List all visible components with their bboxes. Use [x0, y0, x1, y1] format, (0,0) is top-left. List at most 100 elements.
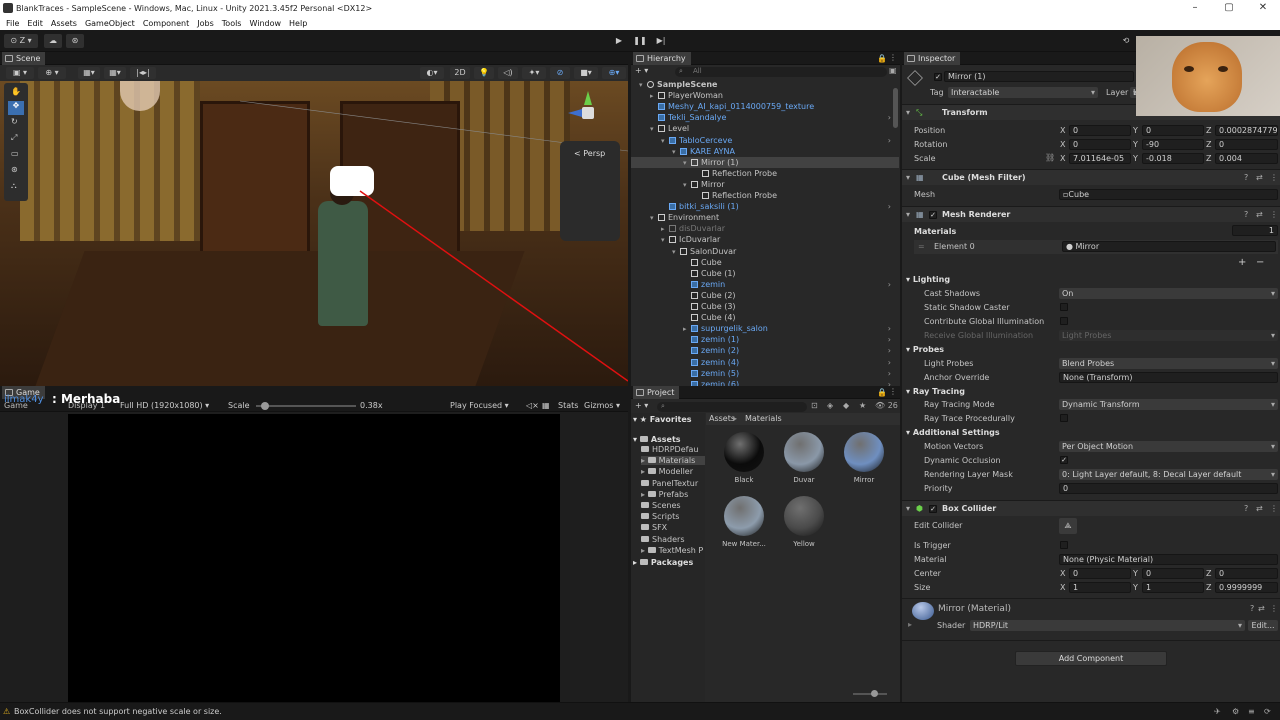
packages-item[interactable]: ▸ Packages: [633, 558, 693, 567]
material-asset[interactable]: Black: [714, 432, 774, 492]
menu-tools[interactable]: Tools: [222, 19, 242, 28]
scale-slider-knob[interactable]: [261, 402, 269, 410]
priority-field[interactable]: 0: [1059, 483, 1278, 494]
center-z[interactable]: 0: [1215, 568, 1278, 579]
mr-help-icon[interactable]: ?: [1244, 210, 1248, 219]
more-icon[interactable]: ⋮: [889, 53, 897, 62]
project-lock-icon[interactable]: 🔒: [877, 388, 887, 397]
gizmos-dropdown[interactable]: ⊕▾: [602, 67, 626, 79]
folder-item[interactable]: SFX: [641, 523, 705, 532]
size-y[interactable]: 1: [1142, 582, 1204, 593]
position-y[interactable]: 0: [1142, 125, 1204, 136]
cpu-icon[interactable]: ✈: [1214, 707, 1221, 716]
folder-expand-icon[interactable]: ▸: [641, 490, 648, 499]
mat-expand-icon[interactable]: ▸: [908, 620, 912, 629]
lighting-section[interactable]: ▾ Lighting: [906, 275, 950, 284]
hierarchy-row[interactable]: ▾ Mirror: [631, 179, 899, 190]
hierarchy-row[interactable]: zemin (5) ›: [631, 368, 899, 379]
hierarchy-row[interactable]: zemin (6) ›: [631, 379, 899, 386]
camera-dropdown[interactable]: ■▾: [574, 67, 598, 79]
hierarchy-row[interactable]: ▾ Environment: [631, 212, 899, 223]
hierarchy-row[interactable]: Cube (4): [631, 312, 899, 323]
menu-jobs[interactable]: Jobs: [197, 19, 214, 28]
mat-preset-icon[interactable]: ⇄: [1258, 604, 1265, 613]
layout-icon[interactable]: ▦: [542, 401, 550, 410]
move-tool-icon[interactable]: ✥: [8, 101, 24, 115]
status-message[interactable]: BoxCollider does not support negative sc…: [14, 707, 222, 716]
static-shadow-checkbox[interactable]: [1060, 303, 1068, 311]
breadcrumb-assets[interactable]: Assets: [709, 414, 735, 423]
rotation-y[interactable]: -90: [1142, 139, 1204, 150]
favorite-icon[interactable]: ★: [859, 401, 866, 410]
project-more-icon[interactable]: ⋮: [889, 387, 897, 396]
refresh-icon[interactable]: ⟳: [1264, 707, 1271, 716]
link-icon[interactable]: ⛓: [1045, 153, 1055, 162]
hierarchy-row[interactable]: ▾ KARE AYNA: [631, 146, 899, 157]
material-asset[interactable]: Mirror: [834, 432, 894, 492]
collab-icon[interactable]: ⊛: [66, 34, 84, 48]
hand-tool-icon[interactable]: ✋: [11, 87, 21, 96]
rt-proc-checkbox[interactable]: [1060, 414, 1068, 422]
assets-item[interactable]: ▾ Assets: [633, 435, 681, 444]
mode-2d-toggle[interactable]: 2D: [450, 67, 470, 79]
probes-section[interactable]: ▾ Probes: [906, 345, 944, 354]
prefab-open-icon[interactable]: ›: [888, 201, 891, 212]
project-create-dropdown[interactable]: + ▾: [635, 401, 648, 410]
menu-edit[interactable]: Edit: [27, 19, 43, 28]
scale-slider[interactable]: [256, 402, 356, 410]
project-search[interactable]: ⌕: [657, 402, 807, 412]
tab-hierarchy[interactable]: Hierarchy: [633, 52, 691, 65]
remove-element-button[interactable]: −: [1256, 257, 1264, 268]
mesh-field[interactable]: ▫Cube: [1059, 189, 1278, 200]
hierarchy-row[interactable]: Cube (2): [631, 290, 899, 301]
hierarchy-row[interactable]: ▾ TabloCerceve ›: [631, 135, 899, 146]
menu-gameobject[interactable]: GameObject: [85, 19, 135, 28]
hierarchy-row[interactable]: ▾ Mirror (1): [631, 156, 899, 168]
tab-project[interactable]: Project: [633, 386, 680, 399]
prefab-open-icon[interactable]: ›: [888, 357, 891, 368]
folder-item[interactable]: PanelTextur: [641, 479, 705, 488]
scale-tool-icon[interactable]: ⤢: [11, 133, 17, 143]
edit-shader-button[interactable]: Edit...: [1248, 620, 1278, 631]
minimize-button[interactable]: –: [1178, 0, 1212, 16]
prefab-open-icon[interactable]: ›: [888, 368, 891, 379]
anchor-field[interactable]: None (Transform): [1059, 372, 1278, 383]
object-name-field[interactable]: Mirror (1): [944, 71, 1134, 82]
hierarchy-row[interactable]: Reflection Probe: [631, 168, 899, 179]
mf-preset-icon[interactable]: ⇄: [1256, 173, 1263, 182]
element-field[interactable]: ● Mirror: [1062, 241, 1276, 252]
position-z[interactable]: 0.0002874779: [1215, 125, 1278, 136]
hierarchy-row[interactable]: ▸ disDuvarlar: [631, 223, 899, 234]
prefab-open-icon[interactable]: ›: [888, 323, 891, 334]
play-button[interactable]: ▶: [611, 34, 627, 48]
folder-expand-icon[interactable]: ▸: [641, 456, 648, 465]
size-x[interactable]: 1: [1069, 582, 1131, 593]
folder-expand-icon[interactable]: ▸: [641, 546, 648, 555]
icon-size-slider[interactable]: [853, 690, 887, 697]
folder-item[interactable]: Shaders: [641, 535, 705, 544]
edit-collider-button[interactable]: ⟁: [1059, 518, 1077, 534]
material-asset[interactable]: Duvar: [774, 432, 834, 492]
add-component-button[interactable]: Add Component: [1015, 651, 1167, 666]
z-axis-icon[interactable]: [568, 109, 582, 117]
snap-dropdown[interactable]: ▦▾: [104, 67, 126, 79]
mute-audio-icon[interactable]: ◁×: [526, 401, 539, 410]
material-asset[interactable]: Yellow: [774, 496, 834, 556]
prefab-open-icon[interactable]: ›: [888, 135, 891, 146]
lighting-toggle[interactable]: 💡: [474, 67, 494, 79]
rotation-x[interactable]: 0: [1069, 139, 1131, 150]
filter-type-icon[interactable]: ⊡: [811, 401, 818, 410]
grid-dropdown[interactable]: ▦▾: [78, 67, 100, 79]
step-button[interactable]: ▶|: [653, 34, 669, 48]
filter-label-icon[interactable]: ◈: [827, 401, 833, 410]
game-viewport[interactable]: [68, 414, 560, 702]
box-collider-header[interactable]: ▾ ⬢ ✓ Box Collider ? ⇄ ⋮: [902, 500, 1280, 516]
prefab-open-icon[interactable]: ›: [888, 112, 891, 123]
menu-help[interactable]: Help: [289, 19, 307, 28]
bc-help-icon[interactable]: ?: [1244, 504, 1248, 513]
menu-assets[interactable]: Assets: [51, 19, 77, 28]
folder-item[interactable]: Scenes: [641, 501, 705, 510]
cast-shadows-dropdown[interactable]: On: [1059, 288, 1278, 299]
hierarchy-row[interactable]: ▾ IcDuvarlar: [631, 234, 899, 245]
hierarchy-row[interactable]: Meshy_AI_kapi_0114000759_texture: [631, 101, 899, 112]
